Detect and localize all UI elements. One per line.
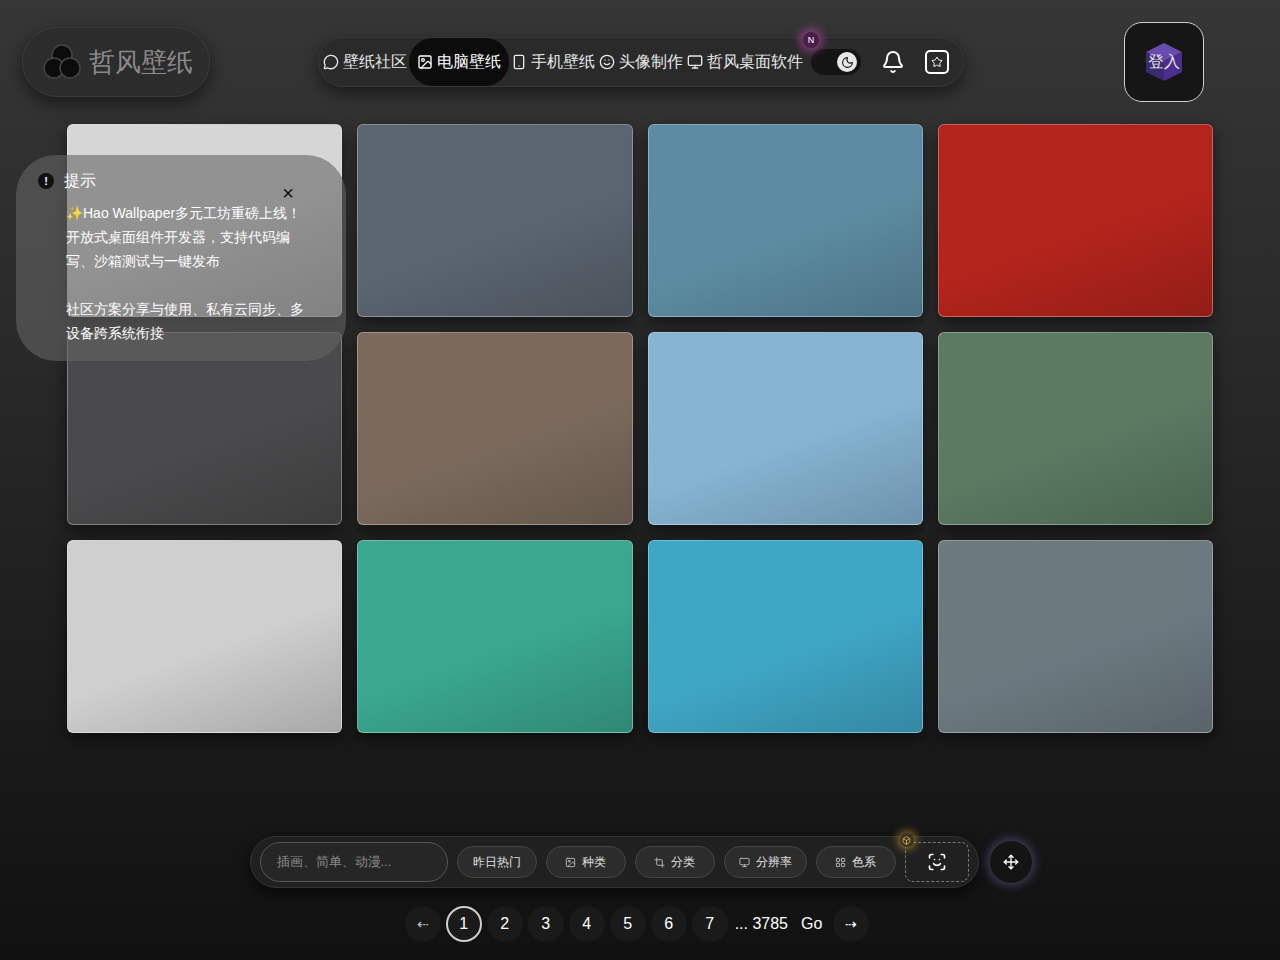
desktop-icon: [417, 54, 433, 70]
search-toolbar: 插画、简单、动漫... 昨日热门种类分类分辨率色系: [250, 836, 979, 888]
software-icon: [687, 54, 703, 70]
theme-toggle[interactable]: N: [811, 49, 861, 75]
page-button[interactable]: 6: [651, 906, 687, 942]
toast-close-button[interactable]: ×: [278, 183, 298, 203]
moon-icon: [841, 56, 854, 69]
image-search-button[interactable]: [905, 842, 969, 882]
page-button[interactable]: 1: [446, 906, 482, 942]
category-icon: [654, 857, 665, 868]
move-icon: [1003, 854, 1019, 870]
last-page-button[interactable]: ... 3785: [733, 906, 790, 942]
page-button[interactable]: 3: [528, 906, 564, 942]
filter-button[interactable]: 种类: [546, 846, 626, 878]
notice-badge[interactable]: N: [803, 32, 819, 48]
logo-icon: [41, 41, 83, 83]
filter-button[interactable]: 分辨率: [724, 846, 807, 878]
page: 哲风壁纸 壁纸社区电脑壁纸手机壁纸头像制作哲风桌面软件N 登入插画、简单、动漫...…: [0, 0, 1280, 960]
nav-item[interactable]: 哲风桌面软件: [685, 38, 805, 86]
wallpaper-card[interactable]: [938, 332, 1213, 525]
main-nav: 壁纸社区电脑壁纸手机壁纸头像制作哲风桌面软件N: [318, 37, 964, 87]
prev-page-button[interactable]: ⇠: [405, 906, 441, 942]
login-button[interactable]: 登入: [1124, 22, 1204, 102]
nav-item[interactable]: 头像制作: [597, 38, 685, 86]
go-button[interactable]: Go: [795, 906, 828, 942]
favorites-button[interactable]: [925, 50, 949, 74]
nav-item[interactable]: 壁纸社区: [321, 38, 409, 86]
wallpaper-card[interactable]: [938, 124, 1213, 317]
avatar-icon: [599, 54, 615, 70]
star-icon: [931, 56, 943, 68]
wallpaper-card[interactable]: [67, 540, 342, 733]
toast-paragraph: 社区方案分享与使用、私有云同步、多设备跨系统衔接: [66, 297, 310, 345]
pagination: ⇠1234567... 3785Go⇢: [0, 906, 1280, 942]
page-button[interactable]: 2: [487, 906, 523, 942]
toast-paragraph: ✨Hao Wallpaper多元工坊重磅上线！开放式桌面组件开发器，支持代码编写…: [66, 201, 310, 273]
toggle-knob: [837, 52, 857, 72]
logo-text: 哲风壁纸: [89, 43, 193, 82]
toast-body: ✨Hao Wallpaper多元工坊重磅上线！开放式桌面组件开发器，支持代码编写…: [38, 201, 310, 345]
filter-button[interactable]: 色系: [816, 846, 896, 878]
toast-title: 提示: [64, 169, 96, 193]
warning-icon: !: [38, 173, 54, 189]
wallpaper-card[interactable]: [648, 540, 923, 733]
header: 哲风壁纸 壁纸社区电脑壁纸手机壁纸头像制作哲风桌面软件N 登入: [0, 0, 1280, 102]
page-button[interactable]: 5: [610, 906, 646, 942]
color-icon: [835, 857, 846, 868]
wallpaper-card[interactable]: [357, 332, 632, 525]
logo[interactable]: 哲风壁纸: [22, 27, 210, 97]
bell-icon[interactable]: [881, 50, 905, 74]
move-button[interactable]: [989, 840, 1033, 884]
wallpaper-card[interactable]: [938, 540, 1213, 733]
wallpaper-card[interactable]: [357, 540, 632, 733]
wallpaper-card[interactable]: [648, 124, 923, 317]
scan-icon: [927, 852, 947, 872]
page-button[interactable]: 7: [692, 906, 728, 942]
toolbar-row: 插画、简单、动漫... 昨日热门种类分类分辨率色系: [0, 836, 1280, 888]
community-icon: [323, 54, 339, 70]
new-badge: [900, 833, 914, 847]
search-input[interactable]: 插画、简单、动漫...: [260, 842, 448, 882]
page-button[interactable]: 4: [569, 906, 605, 942]
wallpaper-card[interactable]: [648, 332, 923, 525]
nav-item[interactable]: 电脑壁纸: [409, 38, 509, 86]
filter-button[interactable]: 昨日热门: [457, 846, 537, 878]
phone-icon: [511, 54, 527, 70]
resolution-icon: [739, 857, 750, 868]
nav-item[interactable]: 手机壁纸: [509, 38, 597, 86]
toast: ! 提示 ×✨Hao Wallpaper多元工坊重磅上线！开放式桌面组件开发器，支持…: [16, 155, 346, 361]
cube-icon: [902, 836, 911, 845]
filter-button[interactable]: 分类: [635, 846, 715, 878]
next-page-button[interactable]: ⇢: [833, 906, 869, 942]
wallpaper-card[interactable]: [357, 124, 632, 317]
type-icon: [565, 857, 576, 868]
